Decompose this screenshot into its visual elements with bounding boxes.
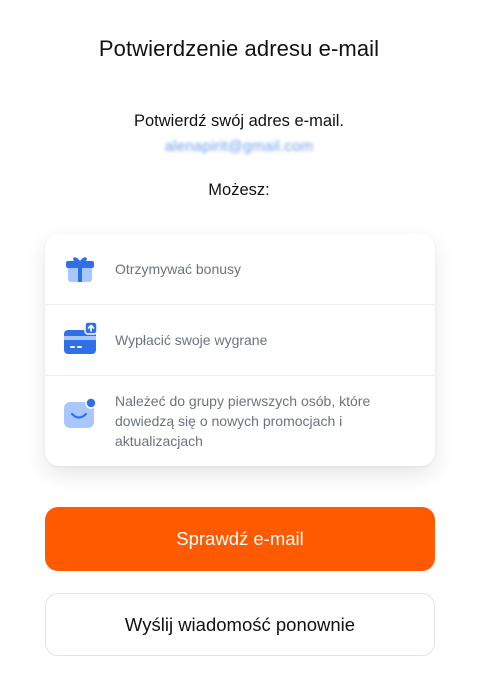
benefit-label: Otrzymywać bonusy	[115, 261, 242, 277]
benefit-item-bonuses: Otrzymywać bonusy	[45, 234, 435, 305]
benefit-label: Wypłacić swoje wygrane	[115, 332, 268, 348]
notification-smile-icon	[63, 397, 97, 431]
benefits-card: Otrzymywać bonusy Wypłacić swoje wygrane…	[45, 234, 435, 466]
confirm-email-text: Potwierdź swój adres e-mail.	[134, 112, 344, 130]
benefits-heading: Możesz:	[208, 181, 270, 199]
resend-message-button[interactable]: Wyślij wiadomość ponownie	[45, 593, 435, 656]
email-address: alenapirit@gmail.com	[164, 138, 314, 155]
wallet-withdraw-icon	[63, 321, 98, 356]
benefit-label: Należeć do grupy pierwszych osób, które …	[115, 393, 371, 449]
gift-icon	[63, 252, 97, 286]
benefit-item-withdraw: Wypłacić swoje wygrane	[45, 304, 435, 376]
benefit-item-promotions: Należeć do grupy pierwszych osób, które …	[45, 375, 435, 466]
page-title: Potwierdzenie adresu e-mail	[98, 36, 380, 61]
check-email-button[interactable]: Sprawdź e-mail	[45, 507, 435, 571]
